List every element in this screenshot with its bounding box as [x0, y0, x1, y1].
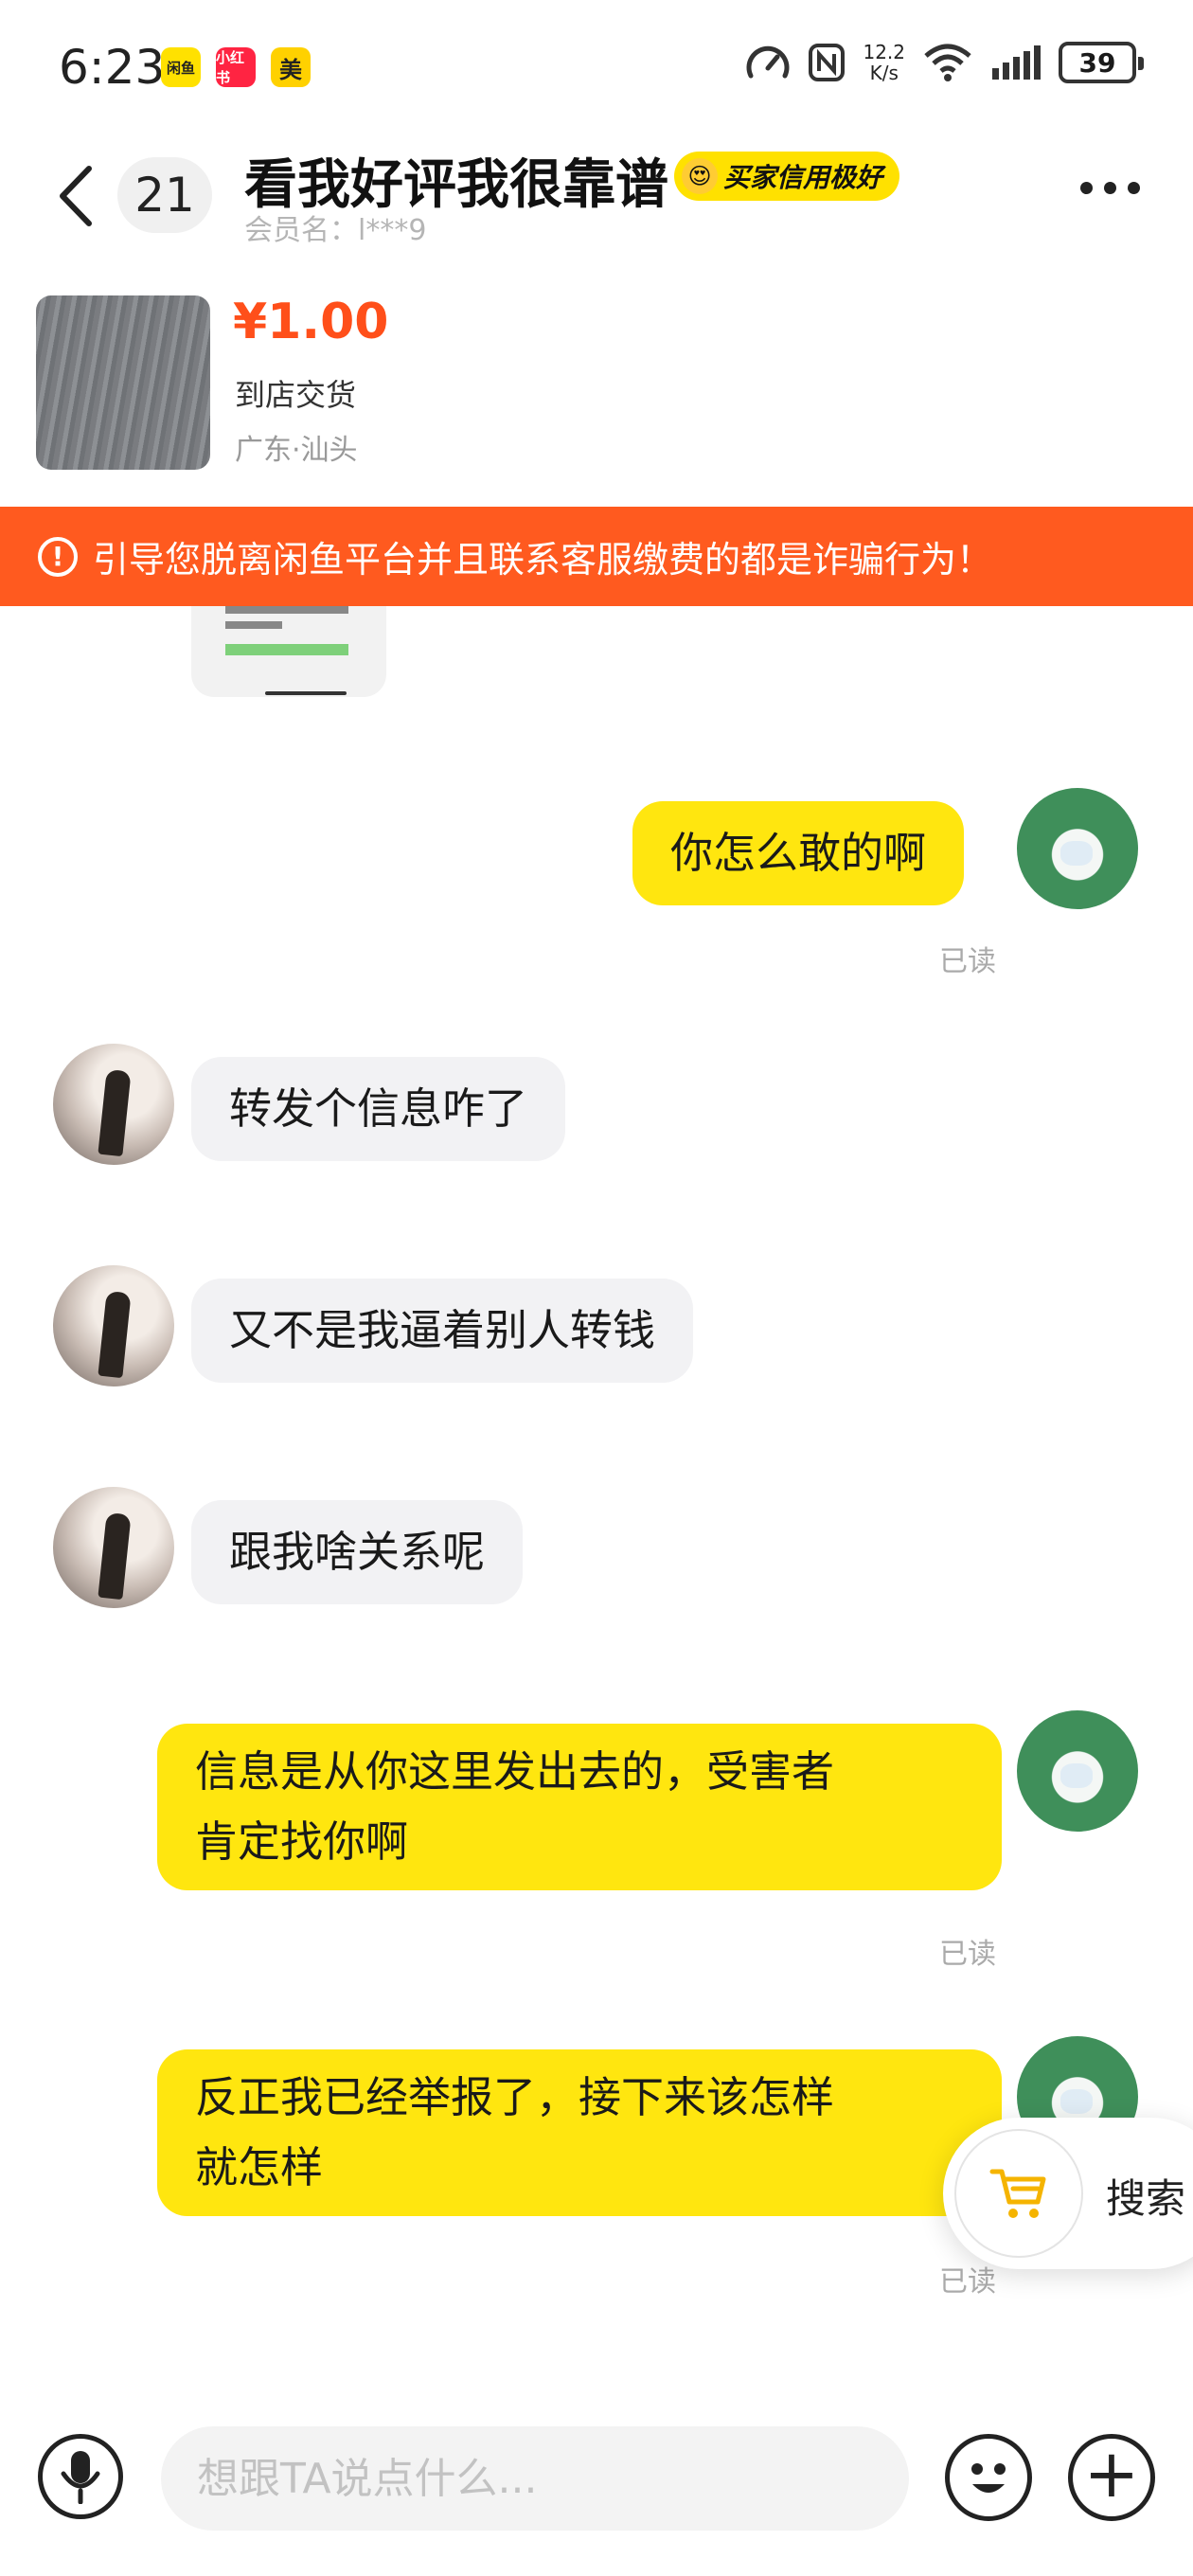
unread-count-badge[interactable]: 21: [117, 157, 212, 233]
message-text-line: 反正我已经举报了，接下来该怎样: [195, 2072, 835, 2122]
message-bubble-received[interactable]: 又不是我逼着别人转钱: [191, 1279, 694, 1383]
shopping-cart-icon: [989, 2169, 1046, 2218]
credit-badge[interactable]: 😍 买家信用极好: [674, 152, 900, 201]
network-speed-unit: K/s: [869, 62, 899, 84]
chat-header: 21 看我好评我很靠谱 😍 买家信用极好 会员名：l***9: [0, 142, 1193, 284]
status-indicators: 12.2 K/s 39: [745, 42, 1144, 83]
emoji-button[interactable]: [945, 2434, 1032, 2521]
input-bar: +: [0, 2406, 1193, 2576]
network-speed-value: 12.2: [863, 41, 905, 63]
cart-button[interactable]: [954, 2129, 1083, 2258]
contact-avatar[interactable]: [53, 1487, 174, 1608]
status-bar: 6:23 闲鱼 小红书 美 12.2 K/s 39: [0, 0, 1193, 142]
message-text-line: 信息是从你这里发出去的，受害者: [195, 1746, 835, 1797]
message-bubble-sent[interactable]: 反正我已经举报了，接下来该怎样 就怎样: [157, 2049, 1002, 2216]
wifi-icon: [924, 44, 971, 81]
product-card[interactable]: ¥1.00 到店交货 广东·汕头: [0, 284, 1193, 507]
status-time: 6:23: [59, 40, 166, 95]
credit-badge-label: 买家信用极好: [723, 162, 883, 193]
voice-input-button[interactable]: [38, 2434, 123, 2519]
heart-eyes-emoji-icon: 😍: [682, 158, 718, 194]
microphone-icon: [61, 2451, 100, 2504]
message-text-line: 肯定找你啊: [195, 1816, 409, 1867]
read-status: 已读: [939, 945, 996, 978]
message-bubble-received[interactable]: 跟我啥关系呢: [191, 1500, 524, 1604]
network-speed: 12.2 K/s: [863, 42, 905, 83]
delivery-method: 到店交货: [235, 377, 357, 413]
message-text: 转发个信息咋了: [229, 1083, 528, 1134]
message-text: 你怎么敢的啊: [670, 828, 927, 878]
floating-search-button[interactable]: 搜索: [943, 2118, 1193, 2269]
exclamation-circle-icon: !: [38, 536, 78, 577]
message-text: 跟我啥关系呢: [229, 1527, 486, 1577]
more-options-icon[interactable]: [1080, 182, 1140, 194]
warning-text: 引导您脱离闲鱼平台并且联系客服缴费的都是诈骗行为！: [93, 539, 993, 581]
xiaohongshu-app-icon: 小红书: [216, 47, 256, 87]
my-avatar[interactable]: [1017, 788, 1138, 909]
battery-icon: 39: [1059, 42, 1144, 83]
plus-icon[interactable]: +: [1068, 2434, 1155, 2521]
member-name: 会员名：l***9: [244, 214, 427, 247]
message-input[interactable]: [161, 2426, 909, 2531]
message-bubble-received[interactable]: 转发个信息咋了: [191, 1057, 566, 1161]
product-price: ¥1.00: [233, 294, 389, 350]
smiley-face-icon: [971, 2463, 1006, 2493]
back-arrow-icon[interactable]: [53, 163, 100, 229]
floating-search-label: 搜索: [1106, 2175, 1186, 2222]
speedometer-icon: [747, 45, 790, 79]
my-avatar[interactable]: [1017, 1710, 1138, 1832]
signal-icon: [992, 45, 1041, 80]
read-status: 已读: [939, 1938, 996, 1971]
contact-avatar[interactable]: [53, 1044, 174, 1165]
message-text: 又不是我逼着别人转钱: [229, 1305, 656, 1355]
read-status: 已读: [939, 2265, 996, 2299]
nfc-icon: [809, 44, 846, 81]
fraud-warning-banner: ! 引导您脱离闲鱼平台并且联系客服缴费的都是诈骗行为！: [0, 507, 1193, 606]
message-bubble-sent[interactable]: 你怎么敢的啊: [632, 801, 965, 905]
contact-avatar[interactable]: [53, 1265, 174, 1386]
message-text-line: 就怎样: [195, 2142, 324, 2192]
message-bubble-sent[interactable]: 信息是从你这里发出去的，受害者 肯定找你啊: [157, 1724, 1002, 1890]
xianyu-app-icon: 闲鱼: [161, 47, 201, 87]
meituan-app-icon: 美: [271, 47, 311, 87]
product-thumbnail[interactable]: [36, 295, 210, 470]
product-location: 广东·汕头: [235, 434, 358, 467]
